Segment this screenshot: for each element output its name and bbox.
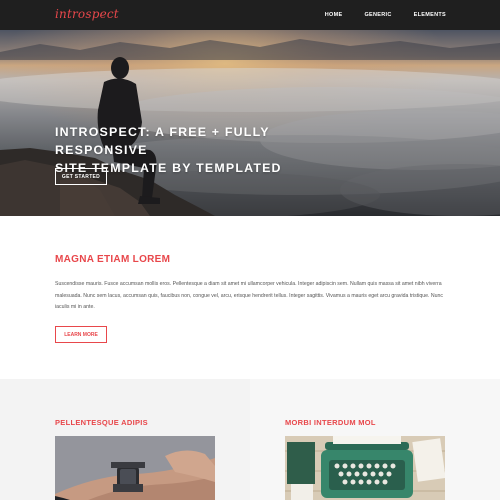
learn-more-button[interactable]: LEARN MORE xyxy=(55,326,107,343)
typewriter-photo[interactable] xyxy=(285,436,445,500)
feature-column-right: MORBI INTERDUM MOL xyxy=(250,379,500,500)
nav-home-link[interactable]: HOME xyxy=(325,12,343,18)
get-started-button[interactable]: GET STARTED xyxy=(55,168,107,185)
section-heading: MAGNA ETIAM LOREM xyxy=(55,254,171,265)
section-body-text: Suscendisse mauris. Fusce accumsan molli… xyxy=(55,281,444,310)
site-header: introspect HOME GENERIC ELEMENTS xyxy=(0,0,500,30)
hero-title-line1: INTROSPECT: A FREE + FULLY RESPONSIVE xyxy=(55,125,270,157)
feature-column-left: PELLENTESQUE ADIPIS xyxy=(0,379,250,500)
feature-heading-right: MORBI INTERDUM MOL xyxy=(285,418,376,427)
main-nav: HOME GENERIC ELEMENTS xyxy=(325,12,446,18)
smartwatch-photo[interactable] xyxy=(55,436,215,500)
site-logo[interactable]: introspect xyxy=(55,7,119,21)
feature-heading-left: PELLENTESQUE ADIPIS xyxy=(55,418,148,427)
nav-elements-link[interactable]: ELEMENTS xyxy=(414,12,446,18)
nav-generic-link[interactable]: GENERIC xyxy=(364,12,391,18)
hero-banner: INTROSPECT: A FREE + FULLY RESPONSIVE SI… xyxy=(0,30,500,216)
